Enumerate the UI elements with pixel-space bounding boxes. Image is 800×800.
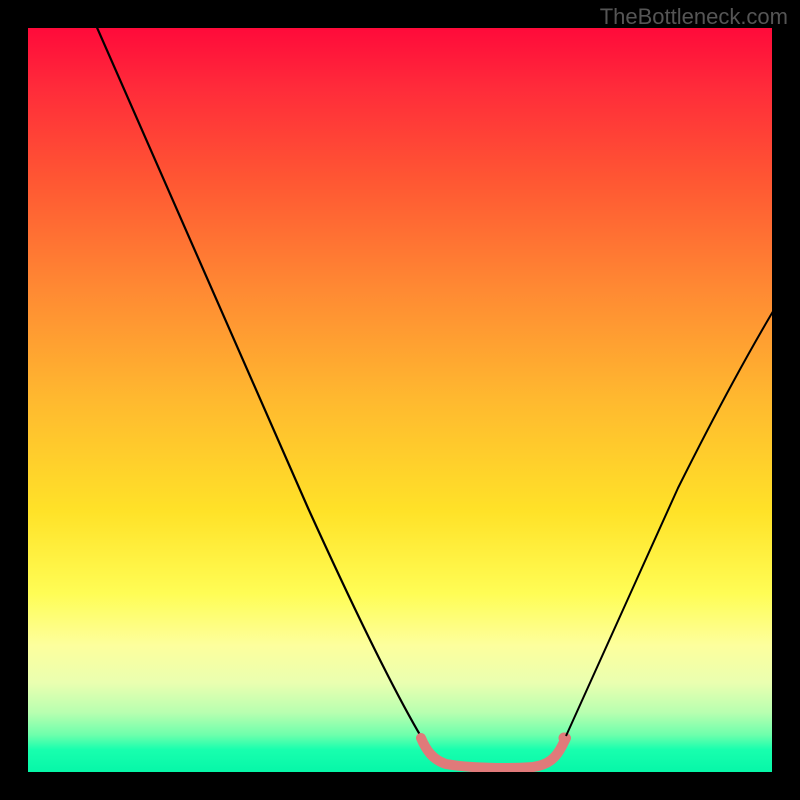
chart-svg: [28, 28, 772, 772]
chart-plot-area: [28, 28, 772, 772]
right-curve-line: [566, 303, 772, 736]
pink-bottom-segment: [421, 738, 566, 768]
watermark-text: TheBottleneck.com: [600, 4, 788, 30]
left-curve-line: [95, 28, 423, 740]
